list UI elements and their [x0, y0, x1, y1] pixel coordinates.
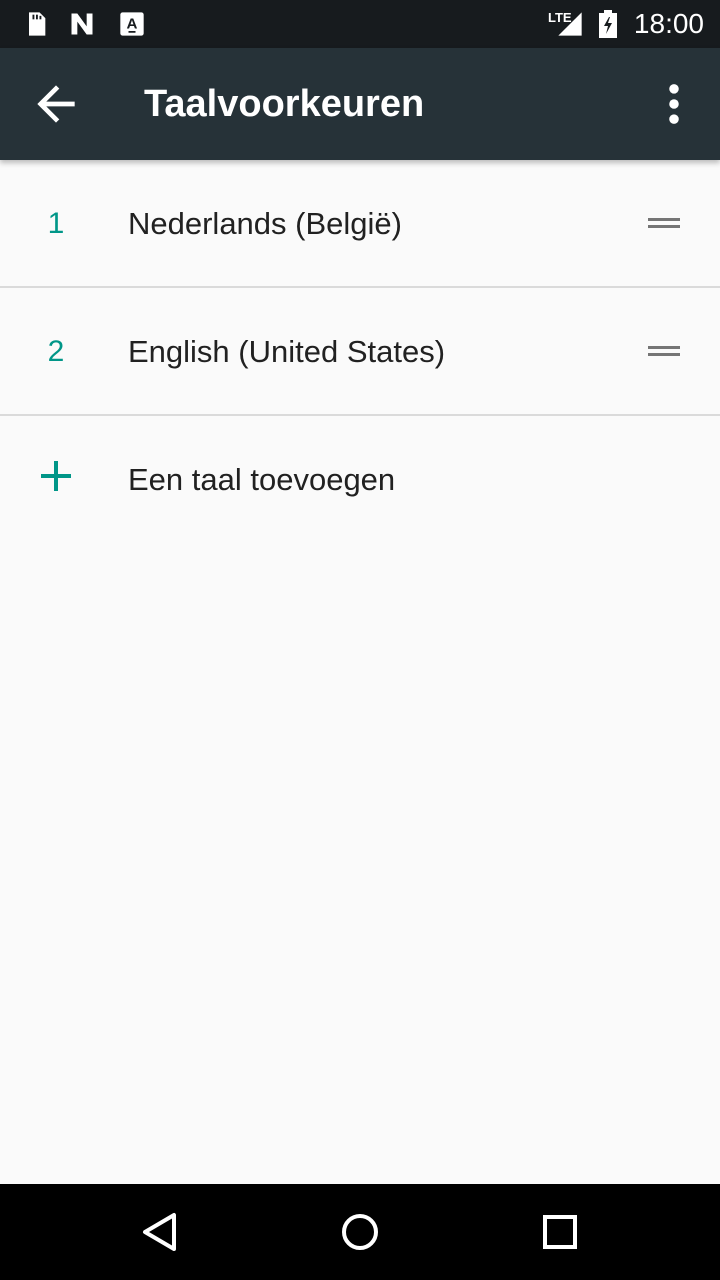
language-item-1[interactable]: 1 Nederlands (België): [0, 160, 720, 288]
back-triangle-icon[interactable]: [130, 1202, 190, 1262]
app-bar: Taalvoorkeuren: [0, 48, 720, 160]
language-name: Nederlands (België): [128, 206, 402, 241]
status-bar: A LTE 18:00: [0, 0, 720, 48]
more-vert-icon[interactable]: [648, 78, 700, 130]
add-language-button[interactable]: Een taal toevoegen: [0, 416, 720, 544]
plus-icon: [41, 461, 71, 491]
sd-card-icon: [29, 12, 46, 36]
drag-handle-icon[interactable]: [644, 338, 684, 366]
arrow-back-icon[interactable]: [28, 76, 84, 132]
add-language-label: Een taal toevoegen: [128, 462, 396, 497]
svg-text:A: A: [127, 16, 138, 33]
a-keyboard-icon: A: [120, 12, 144, 36]
navigation-bar: [0, 1184, 720, 1280]
recents-square-icon[interactable]: [530, 1202, 590, 1262]
n-icon: [71, 13, 93, 35]
home-circle-icon[interactable]: [330, 1202, 390, 1262]
language-item-2[interactable]: 2 English (United States): [0, 288, 720, 416]
drag-handle-icon[interactable]: [644, 210, 684, 238]
language-index: 1: [47, 207, 65, 240]
clock-time: 18:00: [633, 8, 704, 39]
language-list: 1 Nederlands (België) 2 English (United …: [0, 160, 720, 544]
battery-charging-icon: [599, 10, 617, 38]
page-title: Taalvoorkeuren: [144, 83, 425, 125]
language-name: English (United States): [128, 334, 446, 369]
signal-icon: [558, 12, 582, 36]
language-index: 2: [47, 335, 65, 368]
